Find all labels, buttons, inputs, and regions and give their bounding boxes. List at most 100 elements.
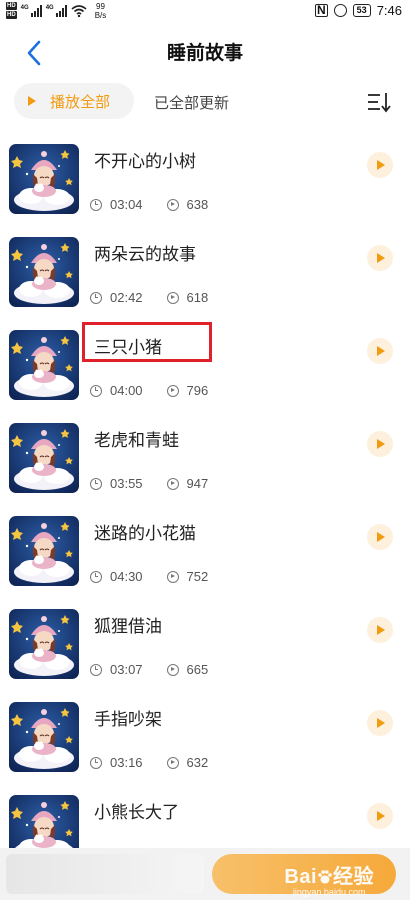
list-toolbar: 播放全部 已全部更新	[0, 80, 410, 124]
play-count-group: 638	[166, 197, 209, 212]
story-duration: 04:00	[110, 383, 143, 398]
story-title: 两朵云的故事	[94, 245, 196, 265]
header: 睡前故事	[0, 24, 410, 80]
story-meta: 03:55 947	[90, 476, 208, 491]
play-button[interactable]	[367, 803, 393, 829]
signal-icon	[30, 5, 42, 17]
story-title: 手指吵架	[94, 710, 162, 730]
status-left: HD HD 4G 4G 99 B/s	[6, 2, 106, 20]
story-meta: 03:16 632	[90, 755, 208, 770]
list-item[interactable]: 迷路的小花猫 04:30 752	[0, 496, 410, 589]
play-count-icon	[166, 570, 179, 583]
story-cover-image	[9, 144, 79, 214]
play-button[interactable]	[367, 431, 393, 457]
paw-icon	[318, 870, 332, 884]
page-title: 睡前故事	[166, 42, 243, 64]
story-meta: 02:42 618	[90, 290, 208, 305]
story-title: 三只小猪	[94, 338, 162, 358]
watermark-logo-b: 经验	[333, 866, 374, 888]
story-title: 狐狸借油	[94, 617, 162, 637]
list-item[interactable]: 老虎和青蛙 03:55 947	[0, 403, 410, 496]
story-title: 小熊长大了	[94, 803, 179, 823]
play-all-button[interactable]: 播放全部	[14, 83, 134, 119]
sort-icon	[368, 93, 391, 113]
net-speed-unit: B/s	[94, 11, 107, 20]
clock-icon	[90, 756, 102, 769]
play-count-icon	[166, 198, 179, 211]
network-type-2: 4G	[45, 5, 54, 11]
watermark-logo: Bai 经验	[284, 860, 374, 889]
alarm-icon	[333, 4, 347, 17]
bottom-action-button[interactable]: Bai 经验 jingyan.baidu.com	[212, 854, 396, 897]
bottom-bar: Bai 经验 jingyan.baidu.com	[0, 848, 410, 900]
list-item[interactable]: 狐狸借油 03:07 665	[0, 589, 410, 682]
story-cover-image	[9, 423, 79, 493]
clock-icon	[90, 384, 102, 397]
story-meta: 03:04 638	[90, 197, 208, 212]
play-button[interactable]	[367, 524, 393, 550]
story-play-count: 796	[186, 383, 209, 398]
story-duration: 03:07	[110, 662, 143, 677]
play-count-group: 947	[166, 476, 209, 491]
hd-badge-1: HD	[6, 2, 17, 10]
play-all-label: 播放全部	[50, 92, 111, 111]
story-play-count: 752	[186, 569, 209, 584]
story-play-count: 665	[186, 662, 209, 677]
wifi-icon	[71, 5, 87, 17]
play-button[interactable]	[367, 152, 393, 178]
story-play-count: 632	[186, 755, 209, 770]
play-button[interactable]	[367, 338, 393, 364]
list-item[interactable]: 不开心的小树 03:04 638	[0, 124, 410, 217]
play-button[interactable]	[367, 710, 393, 736]
battery-icon: 53	[352, 4, 371, 17]
story-meta: 04:30 752	[90, 569, 208, 584]
clock-icon	[90, 477, 102, 490]
clock-icon	[90, 570, 102, 583]
story-meta: 04:00 796	[90, 383, 208, 398]
story-meta: 03:07 665	[90, 662, 208, 677]
play-count-icon	[166, 477, 179, 490]
story-cover-image	[9, 237, 79, 307]
story-title: 不开心的小树	[94, 152, 196, 172]
list-item[interactable]: 手指吵架 03:16 632	[0, 682, 410, 775]
play-count-group: 618	[166, 290, 209, 305]
clock-icon	[90, 291, 102, 304]
story-play-count: 638	[186, 197, 209, 212]
story-cover-image	[9, 330, 79, 400]
play-count-group: 796	[166, 383, 209, 398]
signal-icon-2	[55, 5, 67, 17]
status-right: N 53 7:46	[315, 3, 402, 18]
play-count-icon	[166, 663, 179, 676]
update-status: 已全部更新	[154, 94, 230, 112]
nfc-icon: N	[315, 3, 328, 17]
story-title: 迷路的小花猫	[94, 524, 196, 544]
sort-button[interactable]	[366, 90, 396, 114]
story-cover-image	[9, 702, 79, 772]
play-count-icon	[166, 291, 179, 304]
clock-icon	[90, 663, 102, 676]
play-button[interactable]	[367, 245, 393, 271]
baidu-watermark: Bai 经验 jingyan.baidu.com	[284, 860, 374, 897]
story-title: 老虎和青蛙	[94, 431, 179, 451]
mini-player-info[interactable]	[6, 854, 204, 894]
story-play-count: 618	[186, 290, 209, 305]
clock-icon	[90, 198, 102, 211]
play-button[interactable]	[367, 617, 393, 643]
list-item[interactable]: 两朵云的故事 02:42 618	[0, 217, 410, 310]
network-type-1: 4G	[20, 5, 29, 11]
story-duration: 03:04	[110, 197, 143, 212]
list-item[interactable]: 三只小猪 04:00 796	[0, 310, 410, 403]
net-speed-value: 99	[96, 2, 105, 11]
story-duration: 04:30	[110, 569, 143, 584]
play-icon	[28, 96, 36, 106]
story-duration: 03:16	[110, 755, 143, 770]
play-count-group: 632	[166, 755, 209, 770]
play-count-group: 752	[166, 569, 209, 584]
hd-badge-2: HD	[6, 11, 17, 19]
hd-indicators: HD HD	[6, 2, 17, 20]
story-duration: 03:55	[110, 476, 143, 491]
play-count-icon	[166, 384, 179, 397]
watermark-logo-a: Bai	[284, 866, 317, 888]
clock-time: 7:46	[376, 3, 402, 18]
story-play-count: 947	[186, 476, 209, 491]
